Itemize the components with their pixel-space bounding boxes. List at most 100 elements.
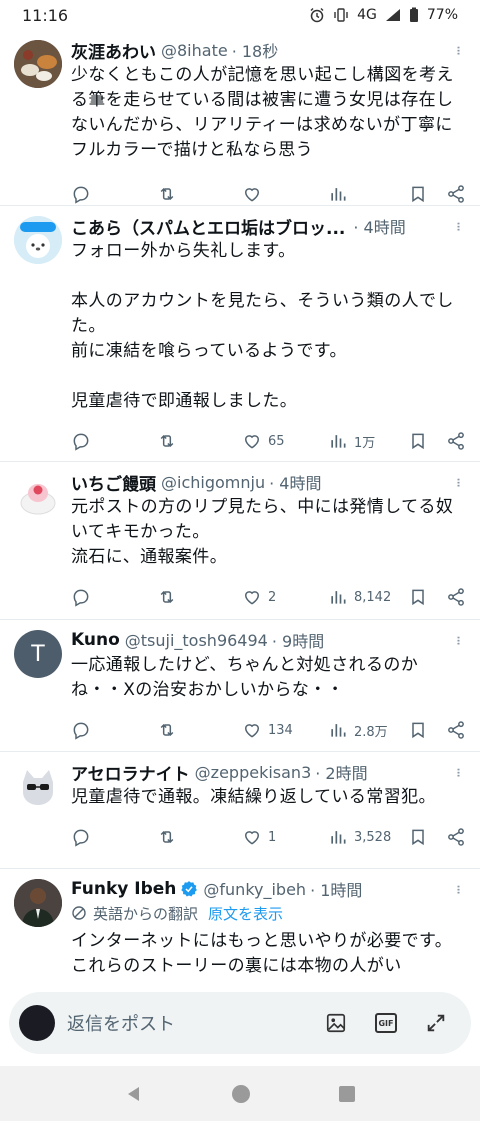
repost-button[interactable] bbox=[157, 827, 242, 847]
avatar[interactable] bbox=[14, 216, 62, 264]
bookmark-button[interactable] bbox=[408, 184, 446, 204]
reply-tweet[interactable]: いちご饅頭 @ichigomnju · 4時間 ··· 元ポストの方のリプ見たら… bbox=[0, 462, 480, 620]
display-name[interactable]: こあら（スパムとエロ垢はブロッ... bbox=[71, 214, 345, 239]
heart-icon bbox=[244, 435, 260, 449]
repost-button[interactable] bbox=[157, 720, 242, 740]
share-icon bbox=[448, 432, 464, 450]
post-time[interactable]: · 4時間 bbox=[269, 470, 321, 494]
more-options-icon[interactable]: ··· bbox=[444, 221, 468, 230]
reply-feed[interactable]: 灰涯あわい @8ihate · 18秒 ··· 少なくともこの人が記憶を思い起こ… bbox=[0, 30, 480, 990]
like-button[interactable]: 2 bbox=[242, 587, 328, 607]
more-options-icon[interactable]: ··· bbox=[444, 45, 468, 54]
home-icon[interactable] bbox=[231, 1084, 251, 1104]
bookmark-icon bbox=[412, 722, 424, 739]
reply-icon bbox=[73, 186, 89, 204]
reply-button[interactable] bbox=[71, 431, 157, 451]
share-button[interactable] bbox=[446, 184, 466, 204]
heart-icon bbox=[244, 188, 260, 202]
view-count: 8,142 bbox=[354, 589, 392, 605]
repost-button[interactable] bbox=[157, 587, 242, 607]
reply-input[interactable]: 返信をポスト bbox=[67, 1010, 175, 1036]
tweet-actions: 65 1万 bbox=[71, 416, 466, 466]
bookmark-button[interactable] bbox=[408, 431, 446, 451]
bookmark-button[interactable] bbox=[408, 720, 446, 740]
reply-button[interactable] bbox=[71, 827, 157, 847]
like-button[interactable]: 1 bbox=[242, 827, 328, 847]
share-icon bbox=[448, 721, 464, 739]
reply-tweet[interactable]: Funky Ibeh @funky_ibeh · 1時間 ··· 英語からの翻訳… bbox=[0, 869, 480, 990]
repost-button[interactable] bbox=[157, 431, 242, 451]
share-button[interactable] bbox=[446, 827, 466, 847]
views-icon bbox=[331, 831, 346, 844]
strawberry-mochi-avatar-image bbox=[14, 472, 62, 520]
share-button[interactable] bbox=[446, 431, 466, 451]
post-time[interactable]: · 9時間 bbox=[272, 628, 324, 652]
views-button[interactable]: 1万 bbox=[328, 431, 408, 451]
bookmark-button[interactable] bbox=[408, 587, 446, 607]
repost-button[interactable] bbox=[157, 184, 242, 204]
like-button[interactable]: 65 bbox=[242, 431, 328, 451]
display-name[interactable]: 灰涯あわい bbox=[71, 38, 156, 63]
more-options-icon[interactable]: ··· bbox=[444, 767, 468, 776]
user-handle[interactable]: @funky_ibeh bbox=[203, 880, 306, 899]
share-button[interactable] bbox=[446, 720, 466, 740]
more-options-icon[interactable]: ··· bbox=[444, 884, 468, 893]
like-button[interactable]: 134 bbox=[242, 720, 328, 740]
post-time[interactable]: · 18秒 bbox=[232, 38, 279, 62]
tweet-actions: 134 2.8万 bbox=[71, 705, 466, 755]
post-time[interactable]: · 4時間 bbox=[353, 214, 405, 238]
views-button[interactable]: 8,142 bbox=[328, 587, 408, 607]
tweet-actions: 2 8,142 bbox=[71, 572, 466, 622]
reply-tweet[interactable]: T Kuno @tsuji_tosh96494 · 9時間 ··· 一応通報した… bbox=[0, 620, 480, 752]
like-button[interactable] bbox=[242, 184, 328, 204]
tweet-text: フォロー外から失礼します。 本人のアカウントを見たら、そういう類の人でした。 前… bbox=[71, 241, 454, 411]
views-button[interactable]: 2.8万 bbox=[328, 720, 408, 740]
reply-icon bbox=[73, 829, 89, 847]
like-count: 65 bbox=[268, 433, 285, 449]
more-options-icon[interactable]: ··· bbox=[444, 635, 468, 644]
recents-icon[interactable] bbox=[338, 1085, 356, 1103]
reply-tweet[interactable]: こあら（スパムとエロ垢はブロッ... · 4時間 ··· フォロー外から失礼しま… bbox=[0, 206, 480, 462]
bookmark-icon bbox=[412, 589, 424, 606]
bookmark-button[interactable] bbox=[408, 827, 446, 847]
show-original-link[interactable]: 原文を表示 bbox=[208, 903, 283, 924]
verified-badge-icon bbox=[181, 881, 198, 897]
like-count: 134 bbox=[268, 722, 293, 738]
avatar[interactable] bbox=[14, 762, 62, 810]
reply-composer[interactable]: 返信をポスト GIF bbox=[9, 992, 471, 1054]
more-options-icon[interactable]: ··· bbox=[444, 477, 468, 486]
user-handle[interactable]: @8ihate bbox=[161, 41, 228, 60]
reply-button[interactable] bbox=[71, 720, 157, 740]
avatar[interactable]: T bbox=[14, 630, 62, 678]
avatar[interactable] bbox=[14, 40, 62, 88]
expand-icon[interactable] bbox=[425, 1012, 447, 1034]
repost-icon bbox=[160, 187, 174, 201]
display-name[interactable]: Funky Ibeh bbox=[71, 879, 176, 899]
display-name[interactable]: アセロラナイト bbox=[71, 760, 190, 785]
reply-button[interactable] bbox=[71, 184, 157, 204]
views-button[interactable]: 3,528 bbox=[328, 827, 408, 847]
network-label: 4G bbox=[357, 7, 377, 23]
back-icon[interactable] bbox=[124, 1084, 144, 1104]
user-handle[interactable]: @ichigomnju bbox=[161, 473, 265, 492]
reply-tweet[interactable]: アセロラナイト @zeppekisan3 · 2時間 ··· 児童虐待で通報。凍… bbox=[0, 752, 480, 869]
display-name[interactable]: いちご饅頭 bbox=[71, 470, 156, 495]
share-icon bbox=[448, 588, 464, 606]
post-time[interactable]: · 1時間 bbox=[310, 877, 362, 901]
reply-icon bbox=[73, 722, 89, 740]
post-time[interactable]: · 2時間 bbox=[315, 760, 367, 784]
share-button[interactable] bbox=[446, 587, 466, 607]
repost-icon bbox=[160, 434, 174, 448]
user-handle[interactable]: @tsuji_tosh96494 bbox=[125, 631, 268, 650]
gif-icon[interactable]: GIF bbox=[375, 1013, 397, 1033]
display-name[interactable]: Kuno bbox=[71, 630, 120, 650]
views-button[interactable] bbox=[328, 184, 408, 204]
user-handle[interactable]: @zeppekisan3 bbox=[195, 763, 312, 782]
image-icon[interactable] bbox=[325, 1012, 347, 1034]
reply-tweet[interactable]: 灰涯あわい @8ihate · 18秒 ··· 少なくともこの人が記憶を思い起こ… bbox=[0, 30, 480, 206]
avatar[interactable] bbox=[14, 472, 62, 520]
reply-button[interactable] bbox=[71, 587, 157, 607]
share-icon bbox=[448, 828, 464, 846]
avatar[interactable] bbox=[14, 879, 62, 927]
views-icon bbox=[331, 188, 346, 201]
